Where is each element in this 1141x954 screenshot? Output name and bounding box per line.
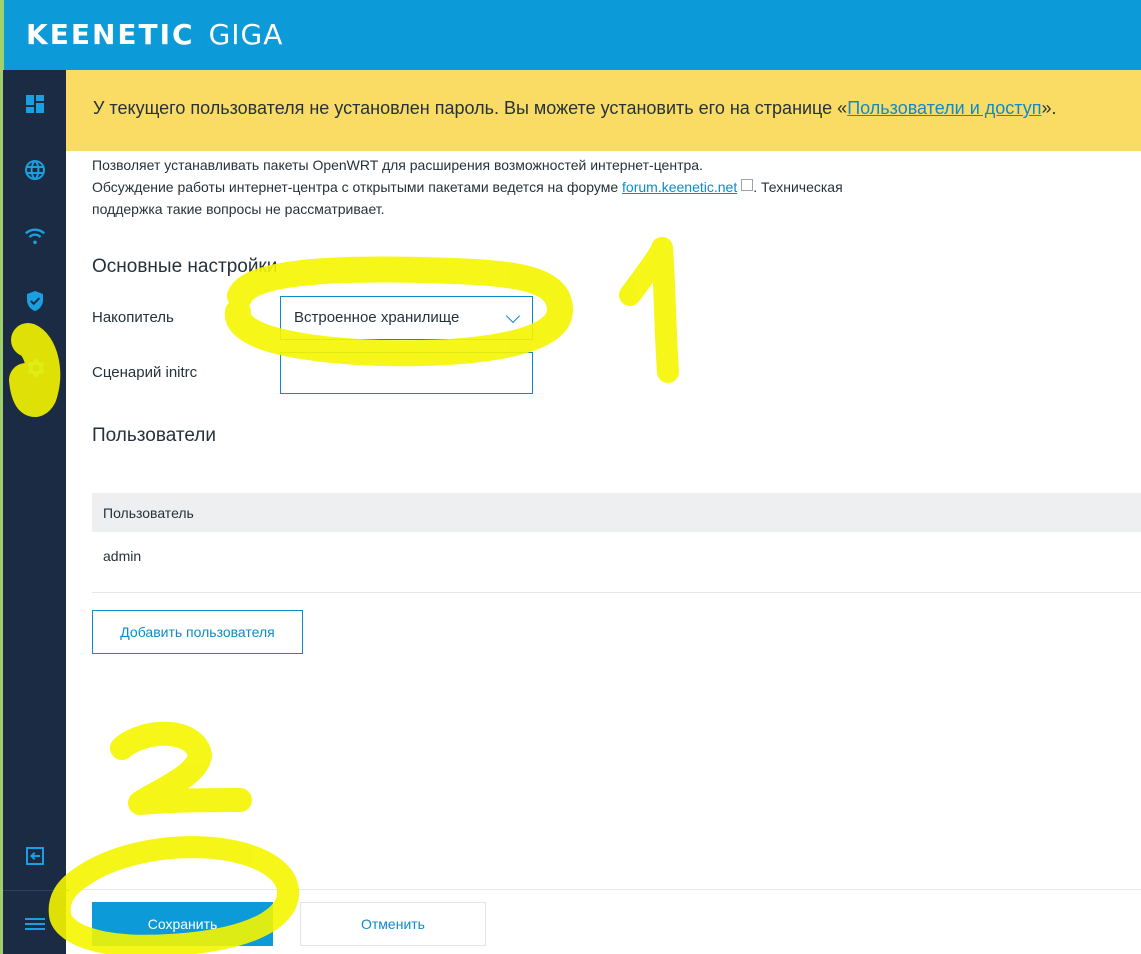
storage-select[interactable]: Встроенное хранилище	[280, 296, 533, 340]
save-button[interactable]: Сохранить	[92, 902, 273, 946]
notice-text-end: ».	[1041, 98, 1057, 118]
external-link-icon	[741, 179, 754, 191]
wifi-icon[interactable]	[22, 221, 48, 247]
brand-name: KEENETIC	[26, 18, 195, 51]
users-heading: Пользователи	[92, 425, 217, 446]
users-table: Пользователь admin	[92, 493, 1141, 593]
table-row[interactable]: admin	[92, 532, 1141, 593]
chevron-down-icon	[505, 308, 521, 324]
cancel-button[interactable]: Отменить	[300, 902, 486, 946]
initrc-input[interactable]	[280, 352, 533, 394]
storage-label: Накопитель	[92, 309, 174, 326]
description-line-2-end: . Техническая	[753, 179, 843, 195]
add-user-button[interactable]: Добавить пользователя	[92, 610, 303, 654]
description-line-1: Позволяет устанавливать пакеты OpenWRT д…	[92, 157, 703, 173]
shield-icon[interactable]	[22, 288, 48, 314]
password-warning-banner: У текущего пользователя не установлен па…	[66, 70, 1141, 151]
annotation-number-2	[110, 721, 252, 815]
gear-icon[interactable]	[22, 355, 48, 381]
sidebar-divider	[3, 890, 69, 891]
storage-select-value: Встроенное хранилище	[294, 309, 460, 326]
annotation-number-1	[619, 237, 679, 383]
notice-text: У текущего пользователя не установлен па…	[93, 98, 848, 118]
description-line-2: Обсуждение работы интернет-центра с откр…	[92, 176, 962, 198]
initrc-label: Сценарий initrc	[92, 364, 198, 381]
forum-link[interactable]: forum.keenetic.net	[622, 179, 737, 195]
page-description: Позволяет устанавливать пакеты OpenWRT д…	[92, 154, 962, 220]
top-bar: KEENETIC GIGA	[0, 0, 1141, 70]
table-header-user: Пользователь	[92, 493, 1141, 532]
keenetic-logo: KEENETIC GIGA	[26, 18, 283, 51]
menu-icon[interactable]	[22, 911, 48, 937]
logout-icon[interactable]	[22, 843, 48, 869]
footer-divider	[66, 889, 1141, 890]
basic-settings-heading: Основные настройки	[92, 256, 278, 277]
description-line-3: поддержка такие вопросы не рассматривает…	[92, 201, 385, 217]
dashboard-icon[interactable]	[22, 91, 48, 117]
globe-icon[interactable]	[22, 157, 48, 183]
brand-model: GIGA	[208, 18, 284, 51]
users-access-link[interactable]: Пользователи и доступ	[847, 98, 1041, 118]
sidebar	[0, 70, 69, 954]
description-line-2-text: Обсуждение работы интернет-центра с откр…	[92, 179, 623, 195]
